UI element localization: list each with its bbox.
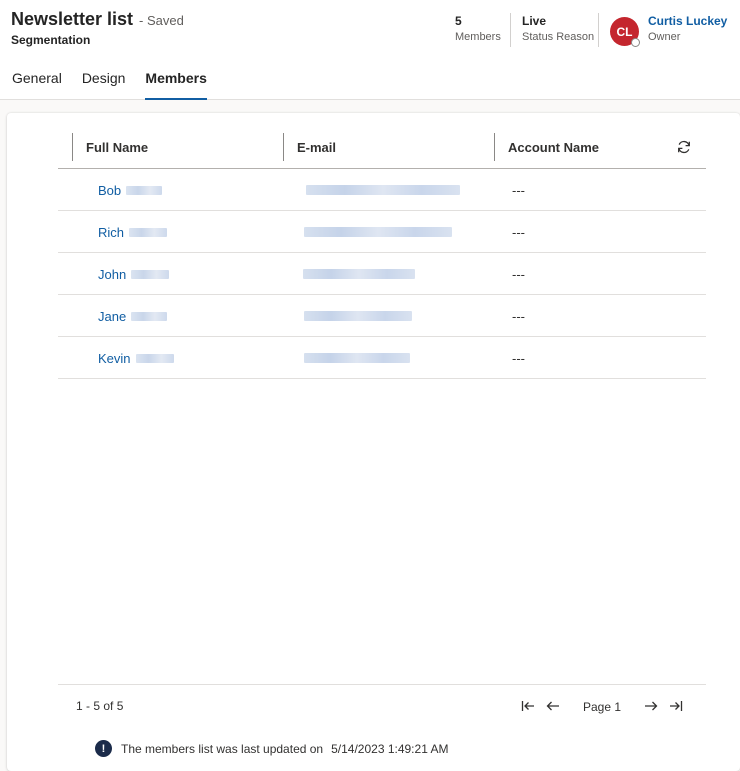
email-cell — [303, 253, 415, 295]
redacted-email — [306, 185, 460, 195]
page-title: Newsletter list — [11, 9, 134, 29]
account-name-value: --- — [512, 182, 525, 198]
email-cell — [304, 337, 410, 379]
column-header-account-name[interactable]: Account Name — [508, 133, 599, 161]
kpi-members-label: Members — [455, 31, 501, 43]
tab-members[interactable]: Members — [133, 68, 208, 100]
table-row[interactable]: Bob --- — [58, 169, 706, 211]
first-page-icon[interactable] — [519, 697, 537, 715]
full-name-cell[interactable]: Jane — [98, 295, 168, 337]
last-updated-notice: ! The members list was last updated on 5… — [95, 740, 449, 757]
kpi-divider — [598, 13, 599, 47]
full-name-link[interactable]: Rich — [98, 225, 124, 240]
owner-label: Owner — [648, 31, 681, 43]
record-count: 1 - 5 of 5 — [76, 699, 124, 713]
column-header-full-name[interactable]: Full Name — [86, 133, 148, 161]
members-grid: Full Name E-mail Account Name Bob --- Ri… — [58, 133, 706, 379]
page-number: Page 1 — [583, 700, 622, 714]
full-name-link[interactable]: John — [98, 267, 126, 282]
email-cell — [304, 295, 412, 337]
refresh-icon[interactable] — [676, 139, 692, 155]
column-divider — [72, 133, 73, 161]
account-name-value: --- — [512, 308, 525, 324]
account-name-value: --- — [512, 350, 525, 366]
redacted-email — [304, 311, 412, 321]
full-name-cell[interactable]: John — [98, 253, 170, 295]
redacted-last-name — [131, 269, 170, 279]
full-name-link[interactable]: Bob — [98, 183, 121, 198]
table-row[interactable]: Rich --- — [58, 211, 706, 253]
redacted-last-name — [126, 185, 163, 195]
tab-design[interactable]: Design — [70, 68, 126, 100]
notice-date: 5/14/2023 1:49:21 AM — [331, 741, 449, 756]
form-header: Newsletter list - Saved Segmentation 5 M… — [0, 0, 740, 100]
full-name-cell[interactable]: Kevin — [98, 337, 174, 379]
notice-text: The members list was last updated on — [121, 741, 324, 756]
saved-status: - Saved — [139, 13, 184, 28]
redacted-email — [303, 269, 415, 279]
kpi-members: 5 Members — [455, 14, 501, 43]
kpi-divider — [510, 13, 511, 47]
account-name-cell: --- — [512, 295, 525, 337]
previous-page-icon[interactable] — [544, 697, 562, 715]
kpi-status-label: Status Reason — [522, 31, 595, 43]
title-row: Newsletter list - Saved — [11, 9, 184, 30]
account-name-cell: --- — [512, 253, 525, 295]
last-page-icon[interactable] — [667, 697, 685, 715]
full-name-link[interactable]: Kevin — [98, 351, 131, 366]
column-divider — [494, 133, 495, 161]
presence-status-icon — [631, 38, 640, 47]
full-name-cell[interactable]: Rich — [98, 211, 168, 253]
email-cell — [306, 169, 460, 211]
kpi-status: Live Status Reason — [522, 14, 594, 43]
info-exclamation-icon: ! — [95, 740, 112, 757]
account-name-value: --- — [512, 266, 525, 282]
kpi-status-value: Live — [522, 14, 547, 28]
table-row[interactable]: Jane --- — [58, 295, 706, 337]
redacted-last-name — [135, 353, 174, 363]
owner-name-link[interactable]: Curtis Luckey — [648, 14, 727, 28]
grid-footer-divider — [58, 684, 706, 685]
redacted-email — [304, 353, 410, 363]
grid-header: Full Name E-mail Account Name — [58, 133, 706, 169]
form-tabs: General Design Members — [0, 68, 215, 100]
members-card: Full Name E-mail Account Name Bob --- Ri… — [7, 113, 740, 771]
account-name-cell: --- — [512, 211, 525, 253]
redacted-last-name — [129, 227, 168, 237]
column-header-email[interactable]: E-mail — [297, 133, 336, 161]
full-name-cell[interactable]: Bob — [98, 169, 163, 211]
account-name-cell: --- — [512, 337, 525, 379]
account-name-cell: --- — [512, 169, 525, 211]
email-cell — [304, 211, 452, 253]
table-row[interactable]: John --- — [58, 253, 706, 295]
kpi-members-value: 5 — [455, 14, 462, 28]
redacted-last-name — [131, 311, 168, 321]
form-subtitle: Segmentation — [11, 33, 91, 47]
tab-general[interactable]: General — [0, 68, 62, 100]
redacted-email — [304, 227, 452, 237]
column-divider — [283, 133, 284, 161]
account-name-value: --- — [512, 224, 525, 240]
next-page-icon[interactable] — [642, 697, 660, 715]
full-name-link[interactable]: Jane — [98, 309, 126, 324]
table-row[interactable]: Kevin --- — [58, 337, 706, 379]
